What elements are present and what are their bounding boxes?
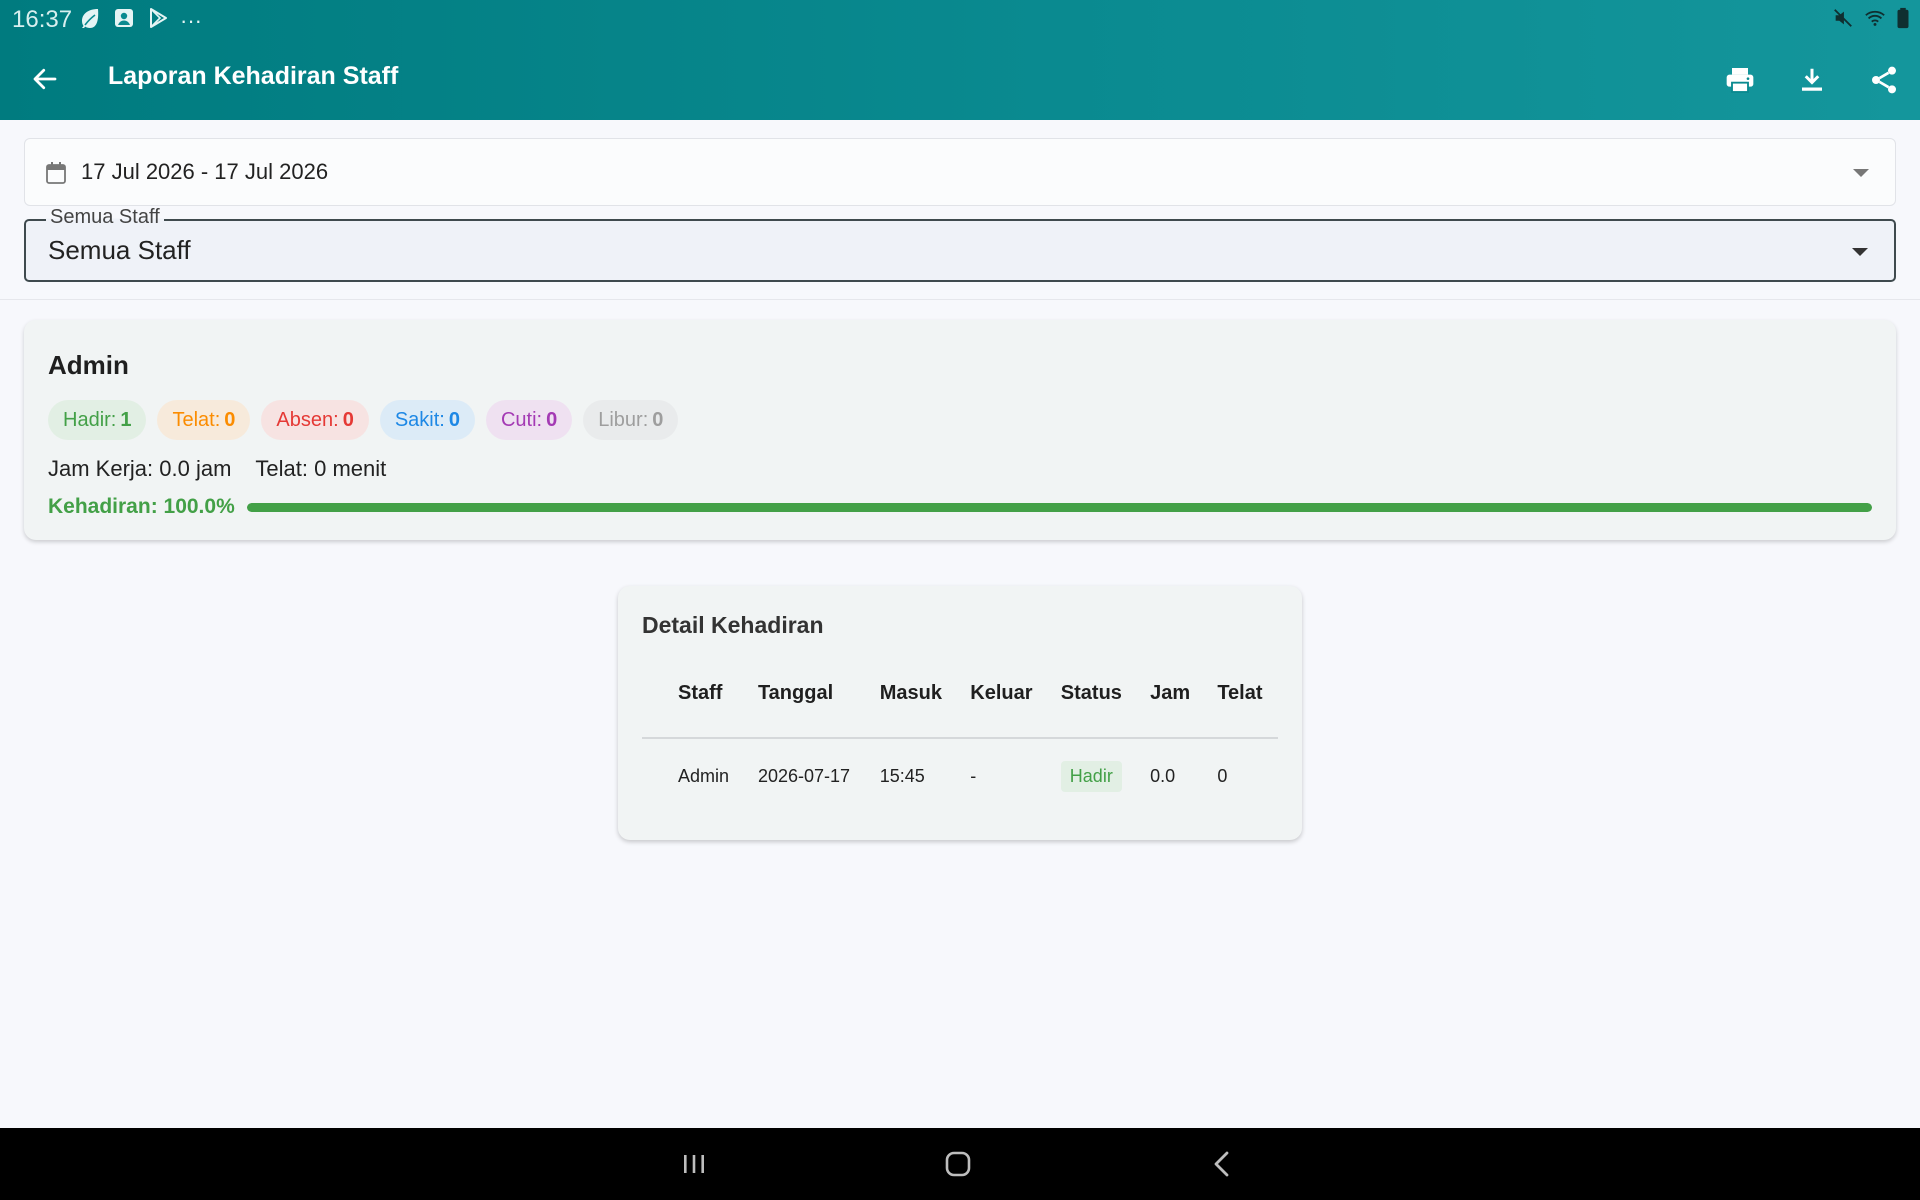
chip-value: 0: [342, 408, 354, 431]
attendance-progress: Kehadiran: 100.0%: [48, 492, 1872, 522]
column-header: Jam: [1138, 650, 1206, 739]
chip-label: Cuti:: [500, 408, 543, 431]
chip-label: Sakit:: [394, 408, 445, 431]
cell-telat: 0: [1217, 766, 1228, 786]
chip-value: 0: [652, 408, 664, 431]
chip-value: 0: [448, 408, 460, 431]
date-range-value: 17 Jul 2026 - 17 Jul 2026: [81, 159, 329, 184]
app-bar: Laporan Kehadiran Staff: [0, 38, 1920, 120]
attendance-table: Staff Tanggal Masuk Keluar Status Jam Te…: [642, 650, 1278, 814]
back-nav-icon: [1214, 1151, 1229, 1177]
chip-label: Telat:: [172, 408, 221, 431]
staff-summary-card: Admin Hadir: 1 Telat: 0 Absen: 0 Sakit: 0 Cu…: [24, 320, 1896, 540]
chip-sakit: Sakit: 0: [379, 400, 475, 440]
download-button[interactable]: [1786, 54, 1838, 106]
date-range-picker[interactable]: 17 Jul 2026 - 17 Jul 2026: [24, 138, 1896, 206]
chip-value: 0: [224, 408, 236, 431]
kehadiran-label: Kehadiran: 100.0%: [48, 495, 235, 518]
table-row: Admin 2026-07-17 15:45 - Hadir 0.0 0: [642, 738, 1278, 814]
chip-telat: Telat: 0: [157, 400, 251, 440]
cell-jam: 0.0: [1150, 766, 1176, 786]
chevron-down-icon: [1852, 248, 1868, 256]
chip-libur: Libur: 0: [583, 400, 679, 440]
print-icon: [1726, 68, 1754, 93]
status-time: 16:37: [12, 6, 73, 33]
detail-title: Detail Kehadiran: [642, 612, 824, 638]
column-header: Keluar: [958, 650, 1049, 739]
wifi-icon: [1864, 7, 1886, 35]
chip-value: 0: [546, 408, 558, 431]
system-back-button[interactable]: [1192, 1140, 1252, 1188]
progress-fill: [246, 502, 1872, 512]
staff-dropdown-value: Semua Staff: [48, 235, 191, 265]
recents-button[interactable]: [664, 1140, 724, 1188]
attendance-detail-card: Detail Kehadiran Staff Tanggal Masuk Kel…: [618, 586, 1302, 840]
chip-value: 1: [120, 408, 132, 431]
system-nav-bar: [0, 1128, 1920, 1200]
column-header: Staff: [642, 650, 746, 739]
share-icon: [1872, 66, 1896, 94]
share-button[interactable]: [1858, 54, 1910, 106]
staff-dropdown-label: Semua Staff: [46, 206, 164, 229]
screen: 16:37 ··· Laporan Kehadiran Staff 17 Jul…: [0, 0, 1920, 1200]
home-button[interactable]: [928, 1140, 988, 1188]
back-button[interactable]: [22, 56, 68, 102]
status-icons-right: [1832, 7, 1910, 35]
column-header: Status: [1048, 650, 1139, 739]
cell-tanggal: 2026-07-17: [757, 766, 851, 786]
play-store-icon: [146, 6, 170, 36]
column-header: Tanggal: [745, 650, 868, 739]
cell-masuk: 15:45: [879, 766, 925, 786]
progress-track: [246, 502, 1872, 512]
telat-text: Telat: 0 menit: [255, 456, 387, 481]
column-header: Masuk: [867, 650, 959, 739]
cell-keluar: -: [970, 766, 977, 786]
status-badge: Hadir: [1060, 761, 1122, 792]
work-metrics: Jam Kerja: 0.0 jam Telat: 0 menit: [48, 456, 386, 482]
table-header-row: Staff Tanggal Masuk Keluar Status Jam Te…: [642, 650, 1278, 739]
cell-status: Hadir: [1049, 738, 1138, 814]
recents-icon: [684, 1155, 704, 1173]
more-dots-icon: ···: [180, 8, 202, 33]
battery-icon: [1896, 7, 1910, 35]
chip-cuti: Cuti: 0: [485, 400, 573, 440]
status-bar: 16:37 ···: [0, 0, 1920, 38]
cell-staff: Admin: [678, 766, 730, 786]
chip-absen: Absen: 0: [261, 400, 369, 440]
chevron-down-icon: [1853, 169, 1869, 177]
staff-dropdown[interactable]: Semua Staff Semua Staff: [24, 206, 1896, 282]
calendar-icon: [45, 161, 67, 190]
status-chips: Hadir: 1 Telat: 0 Absen: 0 Sakit: 0 Cuti: 0 L…: [48, 400, 679, 440]
chip-label: Hadir:: [63, 408, 117, 431]
status-icons-left: ···: [78, 6, 202, 36]
chip-label: Libur:: [598, 408, 649, 431]
column-header: Telat: [1205, 650, 1278, 739]
profile-square-icon: [112, 6, 136, 36]
leaf-icon: [78, 6, 102, 36]
chip-label: Absen:: [276, 408, 339, 431]
arrow-left-icon: [33, 68, 57, 90]
home-icon: [945, 1151, 971, 1177]
mute-icon: [1832, 7, 1854, 35]
top-bar: 16:37 ··· Laporan Kehadiran Staff: [0, 0, 1920, 120]
download-icon: [1802, 68, 1822, 91]
jam-kerja-text: Jam Kerja: 0.0 jam: [48, 456, 232, 481]
print-button[interactable]: [1714, 54, 1766, 106]
filter-area: 17 Jul 2026 - 17 Jul 2026 Semua Staff Se…: [0, 120, 1920, 300]
chip-hadir: Hadir: 1: [48, 400, 147, 440]
staff-name: Admin: [48, 350, 129, 380]
page-title: Laporan Kehadiran Staff: [108, 62, 399, 90]
